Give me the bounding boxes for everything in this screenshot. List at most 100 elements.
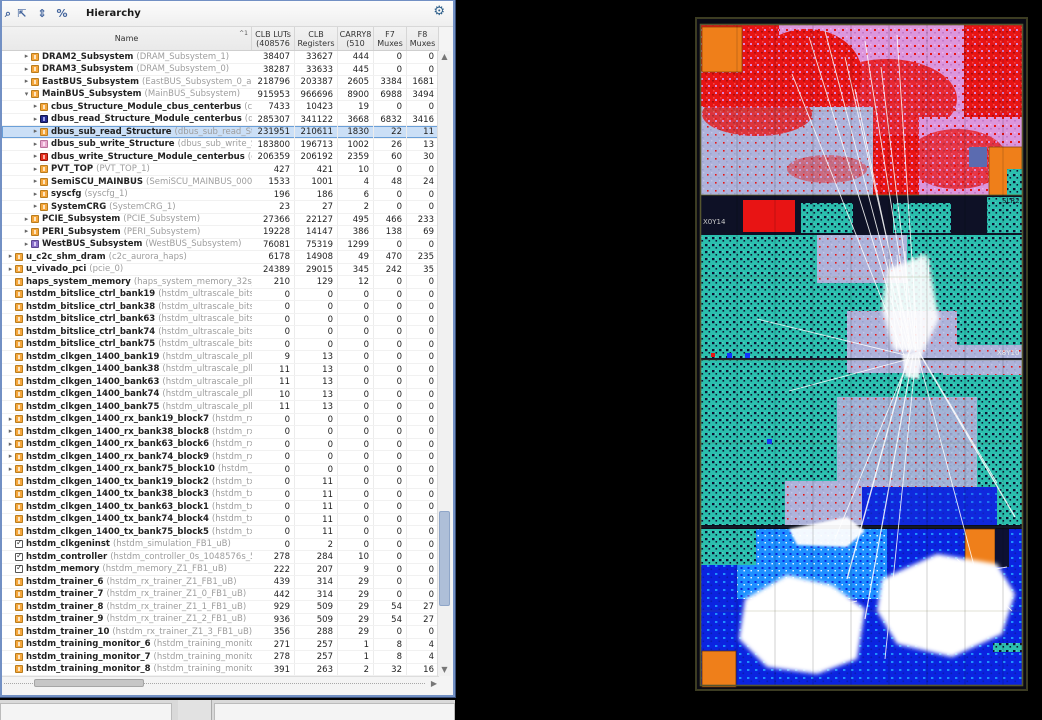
table-row[interactable]: ▸ hstdm_clkgen_1400_rx_bank75_block10 (h… xyxy=(2,464,439,477)
table-row[interactable]: ▸ hstdm_clkgen_1400_rx_bank63_block6 (hs… xyxy=(2,439,439,452)
table-row[interactable]: ▸ EastBUS_Subsystem (EastBUS_Subsystem_0… xyxy=(2,76,439,89)
table-row[interactable]: ▸ PERI_Subsystem (PERI_Subsystem) 19228 … xyxy=(2,226,439,239)
column-header-clb-luts[interactable]: CLB LUTs (408576 xyxy=(252,27,295,50)
expand-arrow-icon[interactable]: ▸ xyxy=(6,439,15,450)
table-row[interactable]: hstdm_training_monitor_6 (hstdm_training… xyxy=(2,639,439,652)
expand-arrow-icon[interactable]: ▸ xyxy=(6,451,15,462)
column-header-f7-muxes[interactable]: F7 Muxes xyxy=(374,27,407,50)
expand-arrow-icon[interactable]: ▸ xyxy=(31,164,40,175)
table-row[interactable]: hstdm_memory (hstdm_memory_Z1_FB1_uB) 22… xyxy=(2,564,439,577)
table-row[interactable]: hstdm_clkgen_1400_bank75 (hstdm_ultrasca… xyxy=(2,401,439,414)
expand-arrow-icon[interactable]: ▸ xyxy=(6,264,15,275)
instance-name: hstdm_clkgen_1400_bank74 xyxy=(26,389,159,399)
table-row[interactable]: ▸ WestBUS_Subsystem (WestBUS_Subsystem) … xyxy=(2,239,439,252)
expand-arrow-icon[interactable]: ▸ xyxy=(6,464,15,475)
table-row[interactable]: ▸ cbus_Structure_Module_cbus_centerbus (… xyxy=(2,101,439,114)
vertical-scrollbar[interactable]: ▲ ▼ xyxy=(437,51,451,676)
vertical-scroll-thumb[interactable] xyxy=(439,511,450,606)
expand-all-icon[interactable]: ⇱ xyxy=(13,6,31,22)
table-row[interactable]: hstdm_clkgen_1400_bank63 (hstdm_ultrasca… xyxy=(2,376,439,389)
table-row[interactable]: hstdm_trainer_7 (hstdm_rx_trainer_Z1_0_F… xyxy=(2,589,439,602)
table-row[interactable]: ▸ u_c2c_shm_dram (c2c_aurora_haps) 6178 … xyxy=(2,251,439,264)
table-row[interactable]: hstdm_training_monitor_7 (hstdm_training… xyxy=(2,651,439,664)
expand-arrow-icon[interactable]: ▸ xyxy=(6,426,15,437)
table-row[interactable]: hstdm_clkgeninst (hstdm_simulation_FB1_u… xyxy=(2,539,439,552)
table-row[interactable]: ▸ hstdm_clkgen_1400_rx_bank38_block8 (hs… xyxy=(2,426,439,439)
f7-muxes-value: 0 xyxy=(374,64,407,76)
horizontal-scrollbar[interactable]: ▶ xyxy=(2,676,439,689)
expand-arrow-icon[interactable]: ▸ xyxy=(22,214,31,225)
show-percentage-icon[interactable]: % xyxy=(53,6,71,22)
table-row[interactable]: ▸ SystemCRG (SystemCRG_1) 23 27 2 0 0 xyxy=(2,201,439,214)
table-row[interactable]: hstdm_bitslice_ctrl_bank19 (hstdm_ultras… xyxy=(2,289,439,302)
table-row[interactable]: hstdm_clkgen_1400_bank19 (hstdm_ultrasca… xyxy=(2,351,439,364)
expand-arrow-icon[interactable]: ▾ xyxy=(22,89,31,100)
instance-orange-icon xyxy=(40,165,48,173)
table-row[interactable]: ▸ SemiSCU_MAINBUS (SemiSCU_MAINBUS_0000_… xyxy=(2,176,439,189)
column-header-f8-muxes[interactable]: F8 Muxes xyxy=(407,27,439,50)
expand-arrow-icon[interactable]: ▸ xyxy=(31,114,40,125)
table-row[interactable]: ▸ dbus_sub_write_Structure (dbus_sub_wri… xyxy=(2,139,439,152)
table-row[interactable]: hstdm_clkgen_1400_tx_bank75_block5 (hstd… xyxy=(2,526,439,539)
table-row[interactable]: hstdm_bitslice_ctrl_bank38 (hstdm_ultras… xyxy=(2,301,439,314)
expand-arrow-icon[interactable]: ▸ xyxy=(31,176,40,187)
scroll-right-icon[interactable]: ▶ xyxy=(431,678,437,689)
table-row[interactable]: ▸ DRAM2_Subsystem (DRAM_Subsystem_1) 384… xyxy=(2,51,439,64)
table-row[interactable]: ▸ dbus_read_Structure_Module_centerbus (… xyxy=(2,114,439,127)
f8-muxes-value: 4 xyxy=(407,651,439,663)
expand-arrow-icon[interactable]: ▸ xyxy=(6,414,15,425)
instance-orange-icon xyxy=(15,403,23,411)
table-row[interactable]: ▸ dbus_write_Structure_Module_centerbus … xyxy=(2,151,439,164)
expand-arrow-icon[interactable]: ▸ xyxy=(22,239,31,250)
table-row[interactable]: ▸ dbus_sub_read_Structure (dbus_sub_read… xyxy=(2,126,439,139)
expand-arrow-icon[interactable]: ▸ xyxy=(22,64,31,75)
table-row[interactable]: hstdm_clkgen_1400_bank38 (hstdm_ultrasca… xyxy=(2,364,439,377)
expand-arrow-icon[interactable]: ▸ xyxy=(22,51,31,62)
expand-arrow-icon[interactable]: ▸ xyxy=(22,76,31,87)
table-row[interactable]: hstdm_bitslice_ctrl_bank75 (hstdm_ultras… xyxy=(2,339,439,352)
table-row[interactable]: ▸ DRAM3_Subsystem (DRAM_Subsystem_0) 382… xyxy=(2,64,439,77)
table-row[interactable]: ▸ u_vivado_pci (pcie_0) 24389 29015 345 … xyxy=(2,264,439,277)
table-row[interactable]: hstdm_clkgen_1400_tx_bank74_block4 (hstd… xyxy=(2,514,439,527)
expand-arrow-icon[interactable]: ▸ xyxy=(31,139,40,150)
expand-arrow-icon[interactable]: ▸ xyxy=(22,226,31,237)
device-floorplan-view[interactable]: SLR2 X0Y14 X8Y10 xyxy=(695,17,1028,691)
table-row[interactable]: hstdm_trainer_8 (hstdm_rx_trainer_Z1_1_F… xyxy=(2,601,439,614)
table-row[interactable]: hstdm_clkgen_1400_tx_bank38_block3 (hstd… xyxy=(2,489,439,502)
expand-arrow-icon[interactable]: ▸ xyxy=(31,151,40,162)
table-row[interactable]: hstdm_controller (hstdm_controller_0s_10… xyxy=(2,551,439,564)
table-row[interactable]: ▸ syscfg (syscfg_1) 196 186 6 0 0 xyxy=(2,189,439,202)
table-row[interactable]: hstdm_training_monitor_8 (hstdm_training… xyxy=(2,664,439,677)
table-row[interactable]: hstdm_clkgen_1400_bank74 (hstdm_ultrasca… xyxy=(2,389,439,402)
table-row[interactable]: ▸ PCIE_Subsystem (PCIE_Subsystem) 27366 … xyxy=(2,214,439,227)
instance-name: haps_system_memory xyxy=(26,277,131,287)
table-row[interactable]: hstdm_trainer_9 (hstdm_rx_trainer_Z1_2_F… xyxy=(2,614,439,627)
table-row[interactable]: hstdm_clkgen_1400_tx_bank19_block2 (hstd… xyxy=(2,476,439,489)
instance-name: cbus_Structure_Module_cbus_centerbus xyxy=(51,102,241,112)
settings-gear-icon[interactable]: ⚙ xyxy=(433,5,445,18)
table-row[interactable]: ▸ PVT_TOP (PVT_TOP_1) 427 421 10 0 0 xyxy=(2,164,439,177)
collapse-all-icon[interactable]: ⇕ xyxy=(33,6,51,22)
table-row[interactable]: hstdm_bitslice_ctrl_bank74 (hstdm_ultras… xyxy=(2,326,439,339)
expand-arrow-icon[interactable]: ▸ xyxy=(31,126,40,137)
table-row[interactable]: ▸ hstdm_clkgen_1400_rx_bank74_block9 (hs… xyxy=(2,451,439,464)
expand-arrow-icon[interactable]: ▸ xyxy=(31,189,40,200)
search-icon[interactable]: ⌕ xyxy=(3,6,11,22)
expand-arrow-icon[interactable]: ▸ xyxy=(6,251,15,262)
scroll-up-icon[interactable]: ▲ xyxy=(438,51,451,63)
column-header-clb-registers[interactable]: CLB Registers xyxy=(295,27,338,50)
scroll-down-icon[interactable]: ▼ xyxy=(438,664,451,676)
table-row[interactable]: hstdm_clkgen_1400_tx_bank63_block1 (hstd… xyxy=(2,501,439,514)
expand-arrow-icon[interactable]: ▸ xyxy=(31,201,40,212)
table-row[interactable]: haps_system_memory (haps_system_memory_3… xyxy=(2,276,439,289)
column-header-name[interactable]: Name ^1 xyxy=(2,27,252,50)
expand-arrow-icon[interactable]: ▸ xyxy=(31,101,40,112)
horizontal-scroll-thumb[interactable] xyxy=(34,679,144,687)
table-row[interactable]: hstdm_trainer_6 (hstdm_rx_trainer_Z1_FB1… xyxy=(2,576,439,589)
column-header-carry8[interactable]: CARRY8 (510 xyxy=(338,27,374,50)
instance-name: PVT_TOP xyxy=(51,164,93,174)
table-row[interactable]: hstdm_trainer_10 (hstdm_rx_trainer_Z1_3_… xyxy=(2,626,439,639)
table-row[interactable]: ▸ hstdm_clkgen_1400_rx_bank19_block7 (hs… xyxy=(2,414,439,427)
table-row[interactable]: ▾ MainBUS_Subsystem (MainBUS_Subsystem) … xyxy=(2,89,439,102)
table-row[interactable]: hstdm_bitslice_ctrl_bank63 (hstdm_ultras… xyxy=(2,314,439,327)
